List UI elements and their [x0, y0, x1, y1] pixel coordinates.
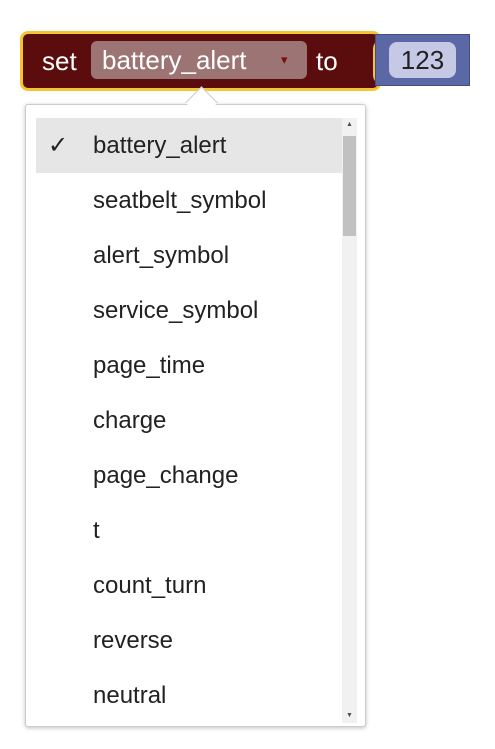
menu-item-neutral[interactable]: neutral — [36, 668, 342, 723]
variable-dropdown-menu: ✓ battery_alert seatbelt_symbol alert_sy… — [25, 104, 366, 727]
to-label: to — [316, 46, 338, 76]
menu-item-label: page_change — [93, 462, 239, 489]
menu-item-page-time[interactable]: page_time — [36, 338, 342, 393]
menu-item-label: charge — [93, 407, 167, 434]
dropdown-arrow-icon: ▾ — [281, 52, 288, 67]
menu-item-page-change[interactable]: page_change — [36, 448, 342, 503]
menu-item-label: neutral — [93, 682, 167, 709]
menu-item-label: t — [93, 517, 100, 544]
set-variable-block[interactable]: set battery_alert ▾ to — [20, 31, 389, 91]
menu-item-reverse[interactable]: reverse — [36, 613, 342, 668]
menu-item-seatbelt-symbol[interactable]: seatbelt_symbol — [36, 173, 342, 228]
check-icon: ✓ — [48, 132, 69, 159]
menu-item-t[interactable]: t — [36, 503, 342, 558]
menu-item-service-symbol[interactable]: service_symbol — [36, 283, 342, 338]
variable-dropdown[interactable]: battery_alert ▾ — [91, 41, 307, 79]
blockly-workspace: set battery_alert ▾ to 123 ✓ battery_ale… — [0, 0, 495, 749]
menu-item-label: count_turn — [93, 572, 207, 599]
menu-item-charge[interactable]: charge — [36, 393, 342, 448]
menu-item-label: reverse — [93, 627, 174, 654]
number-field[interactable]: 123 — [389, 42, 456, 78]
menu-item-label: alert_symbol — [93, 242, 230, 269]
scrollbar-thumb[interactable] — [343, 136, 356, 236]
menu-item-count-turn[interactable]: count_turn — [36, 558, 342, 613]
menu-item-list: ✓ battery_alert seatbelt_symbol alert_sy… — [36, 118, 342, 723]
menu-item-alert-symbol[interactable]: alert_symbol — [36, 228, 342, 283]
variable-dropdown-label: battery_alert — [102, 45, 247, 75]
menu-item-label: seatbelt_symbol — [93, 187, 267, 214]
menu-item-label: battery_alert — [93, 132, 227, 159]
scroll-down-icon[interactable]: ▼ — [342, 709, 357, 723]
menu-scrollbar[interactable]: ▲ ▼ — [342, 118, 357, 723]
number-block[interactable]: 123 — [375, 34, 470, 86]
set-label: set — [42, 46, 77, 76]
menu-item-label: service_symbol — [93, 297, 259, 324]
menu-item-battery-alert[interactable]: ✓ battery_alert — [36, 118, 342, 173]
scroll-up-icon[interactable]: ▲ — [342, 118, 357, 132]
menu-item-label: page_time — [93, 352, 206, 379]
